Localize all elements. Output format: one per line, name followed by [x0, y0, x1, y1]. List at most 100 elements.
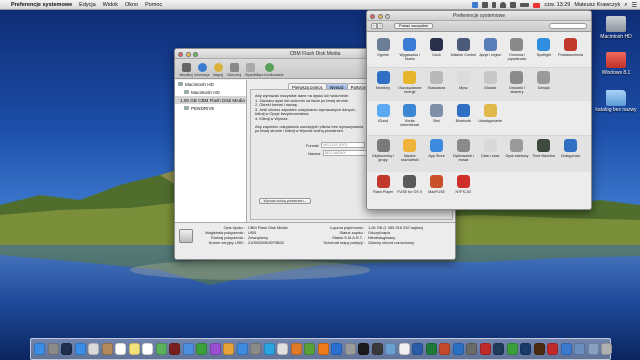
vlc-icon[interactable]	[317, 343, 329, 355]
mission-control-icon[interactable]	[61, 343, 72, 355]
pref-energy[interactable]: Oszczędzanie energii	[397, 68, 423, 101]
pref-icloud[interactable]: iCloud	[370, 101, 396, 135]
wifi-icon[interactable]	[500, 2, 507, 8]
pref-internet-accounts[interactable]: Konta internetowe	[397, 101, 423, 135]
pref-startup-disk[interactable]: Dysk startowy	[504, 136, 530, 172]
burn-tool[interactable]: Nagraj	[211, 63, 225, 77]
pref-mouse[interactable]: Mysz	[450, 68, 476, 101]
spotify-icon[interactable]	[506, 343, 518, 355]
desktop-icon-folder[interactable]: katalog bez nazwy	[593, 90, 639, 114]
volume-item[interactable]: Macintosh HD	[175, 88, 246, 96]
documents-icon[interactable]	[587, 343, 599, 355]
zoom-button[interactable]	[385, 13, 390, 19]
launchpad-icon[interactable]	[47, 343, 59, 355]
show-all-button[interactable]: Pokaż wszystkie	[394, 23, 434, 29]
zoom-button[interactable]	[193, 51, 198, 57]
pref-sharing[interactable]: Udostępnianie	[477, 101, 503, 135]
utorrent-icon[interactable]	[304, 343, 315, 355]
pref-ntfs[interactable]: NTFS-3G	[450, 172, 476, 202]
steam-icon[interactable]	[493, 343, 504, 355]
clock[interactable]: czw. 13:29	[544, 2, 570, 8]
pref-time-machine[interactable]: Time Machine	[531, 136, 557, 172]
reminders-icon[interactable]	[142, 343, 153, 355]
xcode-icon[interactable]	[560, 343, 572, 355]
ibooks-icon[interactable]	[223, 343, 234, 355]
finder-icon[interactable]	[34, 343, 45, 355]
pref-bluetooth[interactable]: Bluetooth	[450, 101, 476, 135]
time-machine-status-icon[interactable]	[482, 2, 489, 8]
bluetooth-status-icon[interactable]	[492, 2, 497, 8]
desktop-icon-macintosh-hd[interactable]: Macintosh HD	[593, 16, 639, 40]
pref-printer[interactable]: Drukarki i skanery	[504, 68, 530, 101]
mail-icon[interactable]	[88, 343, 99, 355]
minimize-button[interactable]	[185, 51, 191, 57]
pref-flash[interactable]: Flash Player	[370, 172, 396, 202]
battery-icon[interactable]	[520, 3, 530, 7]
menu-help[interactable]: Pomoc	[145, 2, 162, 8]
calendar-icon[interactable]	[115, 343, 126, 355]
erase-free-space-button[interactable]: Wymaż wolną przestrzeń...	[259, 198, 311, 204]
user-name[interactable]: Mateusz Krawczyk	[574, 2, 620, 8]
word-icon[interactable]	[412, 343, 423, 355]
volume-item[interactable]: PENDRIVE	[175, 104, 246, 112]
unmount-tool[interactable]: Odmontuj	[227, 63, 241, 77]
forward-button[interactable]: ›	[377, 23, 383, 29]
notification-center-icon[interactable]: ☰	[632, 2, 637, 9]
close-button[interactable]	[370, 13, 375, 19]
pref-users[interactable]: Użytkownicy i grupy	[370, 136, 396, 172]
facetime-icon[interactable]	[196, 343, 207, 355]
photo-booth-icon[interactable]	[169, 343, 180, 355]
system-preferences-icon[interactable]	[250, 343, 261, 355]
safari-icon[interactable]	[74, 343, 86, 355]
pref-keyboard[interactable]: Klawiatura	[424, 68, 450, 101]
close-button[interactable]	[178, 51, 183, 57]
preview-icon[interactable]	[385, 343, 396, 355]
desktop-icon-windows[interactable]: Windows 8.1	[593, 52, 639, 76]
pref-accessibility[interactable]: Dostępność	[558, 136, 584, 172]
powerpoint-icon[interactable]	[439, 343, 450, 355]
contacts-icon[interactable]	[101, 343, 113, 355]
skype-icon[interactable]	[263, 343, 275, 355]
flag-icon[interactable]	[533, 2, 541, 8]
activity-monitor-icon[interactable]	[371, 343, 383, 355]
terminal-icon[interactable]	[358, 343, 369, 355]
info-tool[interactable]: Informacje	[194, 63, 210, 77]
pref-network[interactable]: Sieć	[424, 101, 450, 135]
teamviewer-icon[interactable]	[331, 343, 342, 355]
illustrator-icon[interactable]	[533, 343, 545, 355]
parallels-icon[interactable]	[479, 343, 491, 355]
pref-macfuse[interactable]: MacFUSE	[424, 172, 450, 202]
pref-dictation[interactable]: Dyktowanie i mowa	[450, 136, 476, 172]
menu-edit[interactable]: Edycja	[79, 2, 96, 8]
pref-parental[interactable]: Nadzór rodzicielski	[397, 136, 423, 172]
messages-icon[interactable]	[182, 343, 194, 355]
chrome-icon[interactable]	[277, 343, 288, 355]
pref-date-time[interactable]: Data i czas	[477, 136, 503, 172]
excel-icon[interactable]	[425, 343, 437, 355]
name-field[interactable]: BEZ NAZWY	[322, 150, 367, 156]
spotlight-menu-icon[interactable]: ⌕	[624, 2, 627, 9]
maps-icon[interactable]	[155, 343, 167, 355]
dropbox-icon[interactable]	[472, 2, 479, 8]
pref-fuse[interactable]: FUSE for OS X	[397, 172, 423, 202]
app-store-icon[interactable]	[236, 343, 248, 355]
textedit-icon[interactable]	[398, 343, 410, 355]
disk-utility-icon[interactable]	[344, 343, 356, 355]
menu-view[interactable]: Widok	[103, 2, 118, 8]
pref-displays[interactable]: Monitory	[370, 68, 396, 101]
downloads-icon[interactable]	[574, 343, 585, 355]
transmission-icon[interactable]	[547, 343, 558, 355]
pref-sound[interactable]: Dźwięk	[531, 68, 557, 101]
itunes-icon[interactable]	[209, 343, 221, 355]
verify-tool[interactable]: Weryfikuj	[179, 63, 193, 77]
pref-app-store[interactable]: App Store	[424, 136, 450, 172]
minimize-button[interactable]	[377, 13, 383, 19]
format-select[interactable]: MS-DOS (FAT)	[321, 142, 366, 148]
vmware-icon[interactable]	[466, 343, 477, 355]
photoshop-icon[interactable]	[520, 343, 531, 355]
journaling-tool[interactable]: Włącz kronikowanie	[254, 63, 284, 77]
firefox-icon[interactable]	[290, 343, 302, 355]
system-preferences-titlebar[interactable]: Preferencje systemowe	[367, 11, 591, 21]
outlook-icon[interactable]	[452, 343, 464, 355]
pref-trackpad[interactable]: Gładzik	[477, 68, 503, 101]
